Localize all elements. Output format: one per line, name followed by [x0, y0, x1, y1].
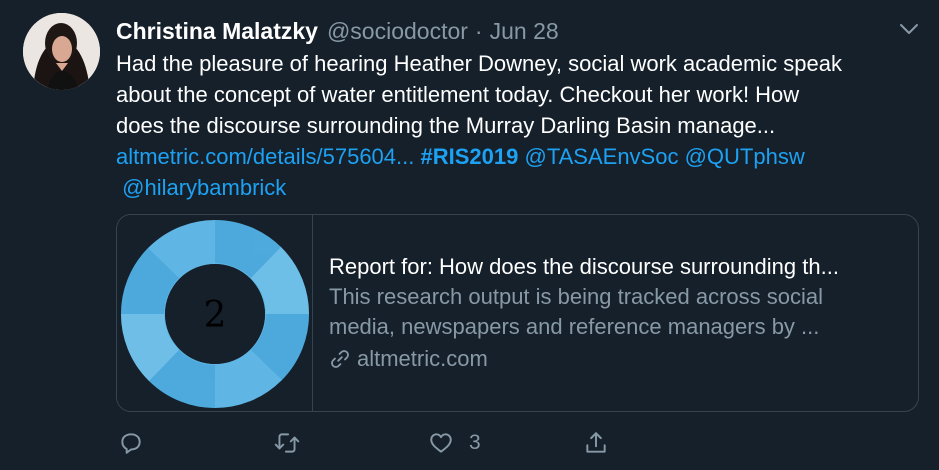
display-name[interactable]: Christina Malatzky — [116, 16, 318, 46]
mention-link[interactable]: @hilarybambrick — [122, 175, 286, 200]
tweet-actions: 3 — [116, 426, 616, 460]
tweet-date[interactable]: Jun 28 — [490, 16, 559, 46]
retweet-button[interactable] — [273, 426, 301, 460]
tweet-text-line: about the concept of water entitlement t… — [116, 82, 800, 107]
avatar-photo — [23, 13, 100, 90]
card-domain-text: altmetric.com — [357, 346, 488, 371]
tweet-text-line: does the discourse surrounding the Murra… — [116, 113, 776, 138]
heart-icon — [430, 433, 452, 453]
tweet-links-line: altmetric.com/details/575604... #RIS2019… — [116, 141, 922, 172]
avatar[interactable] — [23, 13, 100, 90]
card-description: This research output is being tracked ac… — [329, 282, 905, 342]
link-icon — [331, 350, 349, 368]
card-description-line: This research output is being tracked ac… — [329, 284, 824, 309]
share-icon — [586, 432, 606, 453]
user-handle[interactable]: @sociodoctor — [327, 16, 468, 46]
tweet-text-line: Had the pleasure of hearing Heather Down… — [116, 51, 842, 76]
card-text: Report for: How does the discourse surro… — [329, 251, 905, 376]
chevron-down-icon[interactable] — [899, 22, 919, 36]
tweet-text: Had the pleasure of hearing Heather Down… — [116, 48, 922, 203]
like-button[interactable]: 3 — [427, 426, 481, 460]
mention-link[interactable]: @TASAEnvSoc — [524, 144, 678, 169]
link-preview-card[interactable]: 2 Report for: How does the discourse sur… — [116, 214, 919, 412]
card-title[interactable]: Report for: How does the discourse surro… — [329, 251, 905, 282]
altmetric-donut-image: 2 — [117, 215, 313, 411]
reply-icon — [121, 433, 141, 454]
share-button[interactable] — [583, 426, 609, 460]
like-count: 3 — [469, 431, 481, 454]
retweet-icon — [274, 433, 300, 453]
tweet[interactable]: Christina Malatzky @sociodoctor · Jun 28… — [0, 0, 939, 470]
separator-dot: · — [474, 18, 483, 44]
hashtag-link[interactable]: #RIS2019 — [421, 144, 519, 169]
mention-link[interactable]: @QUTphsw — [685, 144, 805, 169]
card-description-line: media, newspapers and reference managers… — [329, 314, 820, 339]
reply-button[interactable] — [118, 426, 144, 460]
card-domain: altmetric.com — [329, 342, 905, 376]
card-image-number: 2 — [204, 295, 227, 336]
tweet-mentions-line: @hilarybambrick — [116, 172, 922, 203]
article-link[interactable]: altmetric.com/details/575604... — [116, 144, 414, 169]
tweet-header: Christina Malatzky @sociodoctor · Jun 28 — [116, 14, 559, 48]
